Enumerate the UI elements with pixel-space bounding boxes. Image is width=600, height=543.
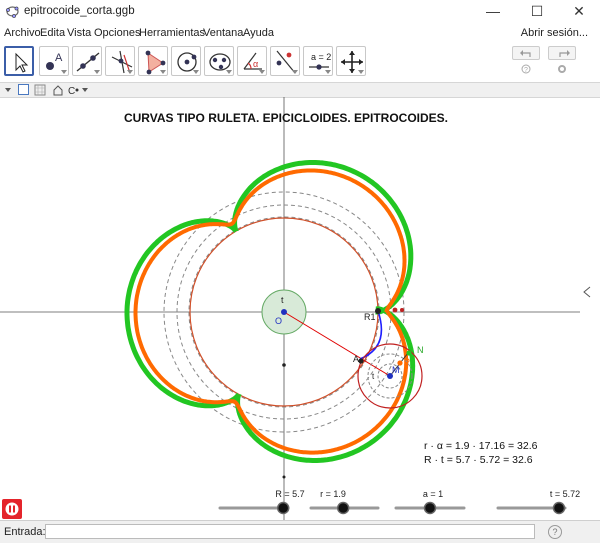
- redo-button[interactable]: [548, 46, 576, 60]
- perpendicular-tool-button[interactable]: [105, 46, 135, 76]
- redo-icon: [559, 50, 570, 57]
- gear-icon[interactable]: [557, 64, 567, 74]
- sign-in-link[interactable]: Abrir sesión...: [521, 27, 588, 39]
- point-p[interactable]: [397, 360, 403, 366]
- minimize-button[interactable]: —: [478, 0, 508, 24]
- angle-tool-button[interactable]: α: [237, 46, 267, 76]
- label-a: A: [353, 354, 359, 364]
- axes-toggle-icon[interactable]: [18, 84, 29, 95]
- slider-label: R = 5.7: [275, 489, 304, 499]
- home-icon[interactable]: [52, 84, 64, 96]
- ellipse-tool-button[interactable]: [204, 46, 234, 76]
- svg-text:C: C: [68, 86, 75, 96]
- slider-label: t = 5.72: [550, 489, 580, 499]
- point-n[interactable]: [406, 350, 412, 356]
- undo-icon: [520, 50, 531, 57]
- window-title: epitrocoide_corta.ggb: [24, 5, 135, 17]
- menu-herramientas[interactable]: Herramientas: [139, 27, 205, 39]
- point-capture-icon[interactable]: C: [68, 84, 92, 96]
- point-tool-label: A: [55, 52, 63, 64]
- slider-label: r = 1.9: [320, 489, 346, 499]
- label-o: O: [275, 316, 282, 326]
- move-tool-icon: [15, 52, 29, 73]
- reflect-tool-button[interactable]: [270, 46, 300, 76]
- menu-ayuda[interactable]: Ayuda: [243, 27, 274, 39]
- formula-r-alpha: r · α = 1.9 · 17.16 = 32.6: [424, 440, 538, 452]
- close-button[interactable]: ✕: [564, 0, 594, 24]
- pause-icon: [5, 502, 19, 516]
- svg-text:?: ?: [524, 67, 528, 74]
- move-view-tool-button[interactable]: [336, 46, 366, 76]
- input-bar: Entrada: ?: [0, 520, 600, 543]
- point-tick: [400, 308, 404, 312]
- point-o[interactable]: [281, 309, 287, 315]
- line-tool-button[interactable]: [72, 46, 102, 76]
- slider-tool-button[interactable]: a = 2: [303, 46, 333, 76]
- graphics-style-bar: C: [0, 82, 600, 98]
- point-r1[interactable]: [375, 308, 381, 314]
- angle-tool-label: α: [253, 59, 258, 69]
- point-tick: [392, 307, 398, 313]
- slider-r-big[interactable]: R = 5.7: [218, 489, 305, 515]
- slider-knob[interactable]: [336, 501, 350, 515]
- point-marker: [282, 363, 286, 367]
- menu-edita[interactable]: Edita: [40, 27, 65, 39]
- slider-knob[interactable]: [552, 501, 566, 515]
- label-r1: R1: [364, 312, 376, 322]
- input-field[interactable]: [45, 524, 535, 539]
- input-help-icon[interactable]: ?: [548, 525, 562, 539]
- maximize-button[interactable]: ☐: [522, 0, 552, 24]
- move-tool-button[interactable]: [4, 46, 34, 76]
- slider-knob[interactable]: [423, 501, 437, 515]
- menu-opciones[interactable]: Opciones: [94, 27, 140, 39]
- point-marker: [282, 475, 286, 479]
- menu-ventana[interactable]: Ventana: [203, 27, 243, 39]
- toolbar: A α a = 2 ?: [0, 42, 600, 82]
- pause-button[interactable]: [2, 499, 22, 519]
- input-label: Entrada:: [4, 526, 46, 538]
- grid-toggle-icon[interactable]: [34, 84, 46, 96]
- slider-tool-label: a = 2: [311, 52, 331, 62]
- label-t-small: t: [372, 372, 375, 381]
- slider-t[interactable]: t = 5.72: [496, 489, 580, 515]
- polygon-tool-button[interactable]: [138, 46, 168, 76]
- triangle-menu-icon[interactable]: [4, 86, 12, 94]
- slider-r-small[interactable]: r = 1.9: [309, 489, 380, 515]
- title-bar: epitrocoide_corta.ggb — ☐ ✕: [0, 0, 600, 24]
- menu-archivo[interactable]: Archivo: [4, 27, 41, 39]
- slider-label: a = 1: [423, 489, 443, 499]
- point-tool-button[interactable]: A: [39, 46, 69, 76]
- graphics-view[interactable]: CURVAS TIPO RULETA. EPICICLOIDES. EPITRO…: [0, 97, 600, 520]
- point-a[interactable]: [358, 358, 364, 364]
- formula-R-t: R · t = 5.7 · 5.72 = 32.6: [424, 454, 533, 466]
- menu-vista[interactable]: Vista: [67, 27, 91, 39]
- label-p: P: [404, 357, 410, 367]
- collapse-panel-icon[interactable]: [583, 286, 591, 298]
- graphics-canvas[interactable]: CURVAS TIPO RULETA. EPICICLOIDES. EPITRO…: [0, 97, 600, 520]
- undo-button[interactable]: [512, 46, 540, 60]
- label-n: N: [417, 345, 424, 355]
- graphics-title: CURVAS TIPO RULETA. EPICICLOIDES. EPITRO…: [124, 111, 448, 125]
- circle-tool-button[interactable]: [171, 46, 201, 76]
- label-m: M: [392, 365, 400, 375]
- help-icon[interactable]: ?: [521, 64, 531, 74]
- geogebra-app-icon: [6, 6, 19, 18]
- menu-bar: Archivo Edita Vista Opciones Herramienta…: [0, 24, 600, 42]
- slider-knob[interactable]: [276, 501, 290, 515]
- slider-a[interactable]: a = 1: [394, 489, 466, 515]
